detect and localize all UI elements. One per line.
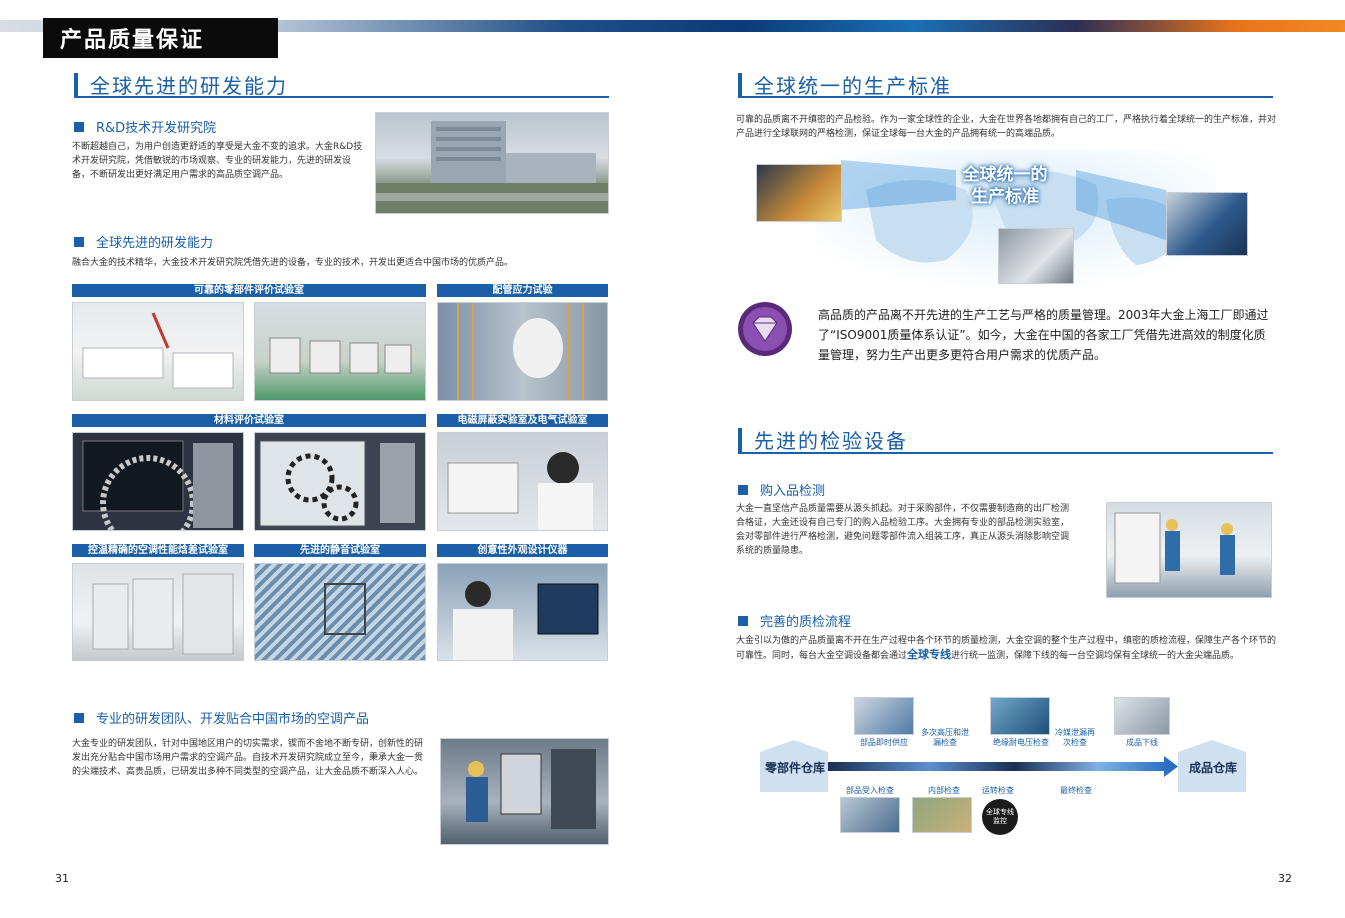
diamond-icon xyxy=(737,301,793,357)
lab-photo-pipe xyxy=(437,302,608,401)
incoming-photo xyxy=(1106,502,1272,598)
lab-label-silent: 先进的静音试验室 xyxy=(254,544,426,557)
map-photo-1 xyxy=(756,164,842,222)
map-label-line-1: 全球统一的 xyxy=(962,165,1048,185)
flow-photo-top-1 xyxy=(854,697,914,735)
lab-label-material: 材料评价试验室 xyxy=(72,414,426,427)
square-bullet-icon xyxy=(738,615,748,626)
map-label-line-2: 生产标准 xyxy=(971,187,1039,207)
subtitle-text: 专业的研发团队、开发贴合中国市场的空调产品 xyxy=(96,712,370,727)
team-paragraph: 大金专业的研发团队，针对中国地区用户的切实需求，锲而不舍地不断专研，创新性的研发… xyxy=(72,739,424,777)
flow-photo-top-3 xyxy=(1114,697,1170,735)
section-title-text: 全球统一的生产标准 xyxy=(754,74,952,98)
page-number-right: 32 xyxy=(1278,872,1292,885)
title-bar xyxy=(738,427,742,452)
square-bullet-icon xyxy=(74,121,84,132)
lab-photo-parts-1 xyxy=(72,302,244,401)
subtitle-process: 完善的质检流程 xyxy=(738,611,851,630)
quality-paragraph: 高品质的产品离不开先进的生产工艺与严格的质量管理。2003年大金上海工厂即通过了… xyxy=(818,308,1269,362)
flow-start: 零部件仓库 xyxy=(764,760,825,775)
flow-label-top-2: 多次高压和泄漏检查 xyxy=(921,728,969,747)
section-title-standard: 全球统一的生产标准 xyxy=(738,70,952,99)
lab-photo-material-1 xyxy=(72,432,244,531)
subtitle-text: 购入品检测 xyxy=(760,484,826,499)
lab-label-design: 创意性外观设计仪器 xyxy=(437,544,608,557)
standard-paragraph: 可靠的品质离不开缜密的产品检验。作为一家全球性的企业，大金在世界各地都拥有自己的… xyxy=(736,115,1277,139)
flow-label-bottom-1: 部品受入检查 xyxy=(846,786,894,795)
subtitle-team: 专业的研发团队、开发贴合中国市场的空调产品 xyxy=(74,708,369,727)
incoming-paragraph: 大金一直坚信产品质量需要从源头抓起。对于采购部件，不仅需要制造商的出厂检测合格证… xyxy=(736,504,1070,556)
section-rule xyxy=(74,96,609,98)
flow-label-top-4: 冷媒泄漏再次检查 xyxy=(1055,728,1095,747)
map-label: 全球统一的 生产标准 xyxy=(930,164,1080,208)
subtitle-text: 全球先进的研发能力 xyxy=(96,236,214,251)
section-title-equipment: 先进的检验设备 xyxy=(738,425,908,454)
subtitle-advanced: 全球先进的研发能力 xyxy=(74,232,213,251)
flow-label-bottom-4: 最终检查 xyxy=(1060,786,1092,795)
section-rule xyxy=(738,452,1273,454)
rd-paragraph: 不断超越自己，为用户创造更舒适的享受是大金不变的追求。大金R&D技术开发研究院，… xyxy=(72,142,363,180)
map-photo-3 xyxy=(1166,192,1248,256)
square-bullet-icon xyxy=(74,236,84,247)
lab-photo-enthalpy xyxy=(72,563,244,661)
lab-photo-silent xyxy=(254,563,426,661)
flow-label-bottom-3: 运转检查 xyxy=(982,786,1014,795)
section-title-rd: 全球先进的研发能力 xyxy=(74,70,288,99)
flow-label-top-5: 成品下线 xyxy=(1126,738,1158,747)
lab-photo-design xyxy=(437,563,608,661)
subtitle-text: 完善的质检流程 xyxy=(760,615,852,630)
lab-photo-emc xyxy=(437,432,608,531)
lab-label-emc: 电磁屏蔽实验室及电气试验室 xyxy=(437,414,608,427)
section-title-text: 先进的检验设备 xyxy=(754,429,908,453)
subtitle-rd: R&D技术开发研究院 xyxy=(74,117,216,136)
lab-label-pipe: 配管应力试验 xyxy=(437,284,608,297)
lab-label-enthalpy: 控温精确的空调性能焓差试验室 xyxy=(72,544,244,557)
flow-photo-bottom-2 xyxy=(912,797,972,833)
lab-label-parts: 可靠的零部件评价试验室 xyxy=(72,284,426,297)
process-text-after: 进行统一监测，保障下线的每一台空调均保有全球统一的大金尖端品质。 xyxy=(951,651,1240,661)
title-bar xyxy=(74,72,78,97)
flow-label-bottom-2: 内部检查 xyxy=(928,786,960,795)
section-title-text: 全球先进的研发能力 xyxy=(90,74,288,98)
rd-building-photo xyxy=(375,112,609,214)
subtitle-text: R&D技术开发研究院 xyxy=(96,121,217,136)
flow-photo-bottom-1 xyxy=(840,797,900,833)
title-bar xyxy=(738,72,742,97)
advanced-paragraph: 融合大金的技术精华，大金技术开发研究院凭借先进的设备，专业的技术，开发出更适合中… xyxy=(72,258,514,268)
global-line-badge: 全球专线监控 xyxy=(982,799,1018,835)
flow-end: 成品仓库 xyxy=(1188,760,1237,775)
map-photo-2 xyxy=(998,228,1074,284)
page-number-left: 31 xyxy=(55,872,69,885)
process-paragraph: 大金引以为傲的产品质量离不开在生产过程中各个环节的质量检测，大金空调的整个生产过… xyxy=(736,634,1276,663)
lab-photo-material-2 xyxy=(254,432,426,531)
section-rule xyxy=(738,96,1273,98)
flow-photo-top-2 xyxy=(990,697,1050,735)
page-title: 产品质量保证 xyxy=(60,28,205,53)
flow-label-top-3: 绝缘耐电压检查 xyxy=(993,738,1049,747)
square-bullet-icon xyxy=(74,712,84,723)
square-bullet-icon xyxy=(738,484,748,495)
lab-photo-parts-2 xyxy=(254,302,426,401)
process-text-highlight: 全球专线 xyxy=(907,648,952,661)
team-photo xyxy=(440,738,609,845)
flow-label-top-1: 部品即时供应 xyxy=(860,738,908,747)
subtitle-incoming: 购入品检测 xyxy=(738,480,825,499)
